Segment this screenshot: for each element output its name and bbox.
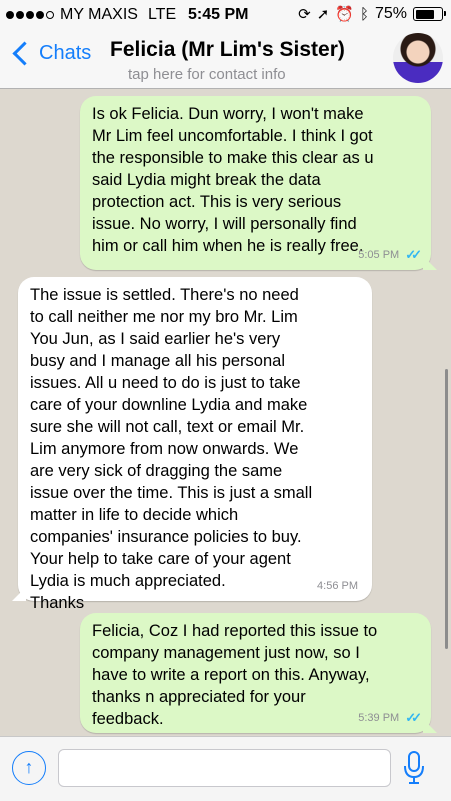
message-meta: 5:39 PM ✓✓: [358, 707, 422, 729]
message-input[interactable]: [58, 749, 391, 787]
location-arrow-icon: ➚: [316, 6, 330, 23]
double-check-icon: ✓✓: [405, 710, 422, 725]
message-text: The issue is settled. There's no need to…: [30, 286, 313, 612]
alarm-icon: ⏰: [335, 6, 354, 23]
network-type: LTE: [147, 6, 177, 23]
message-meta: 5:05 PM ✓✓: [358, 244, 422, 266]
contact-info-link[interactable]: tap here for contact info: [128, 66, 286, 83]
message-bubble-incoming[interactable]: The issue is settled. There's no need to…: [12, 277, 372, 612]
battery-fill: [415, 9, 434, 19]
message-bubble-outgoing[interactable]: Is ok Felicia. Dun worry, I won't make M…: [80, 96, 437, 270]
status-time: 5:45 PM: [188, 6, 249, 23]
message-meta: 4:56 PM: [317, 575, 358, 597]
message-text: Is ok Felicia. Dun worry, I won't make M…: [92, 105, 374, 255]
bubble-tail: [12, 587, 26, 601]
message-time: 5:39 PM: [358, 712, 400, 724]
back-label: Chats: [39, 42, 92, 64]
attach-button[interactable]: ↑: [12, 751, 46, 785]
double-check-icon: ✓✓: [405, 247, 422, 262]
message-time: 4:56 PM: [317, 580, 358, 592]
status-right: ⟳ ➚ ⏰ ᛒ 75%: [298, 5, 446, 23]
back-button[interactable]: Chats: [10, 41, 92, 66]
status-bar: MY MAXIS LTE 5:45 PM ⟳ ➚ ⏰ ᛒ 75%: [0, 0, 451, 30]
chat-messages[interactable]: Is ok Felicia. Dun worry, I won't make M…: [0, 89, 451, 736]
signal-strength-icon: [6, 11, 54, 19]
message-bubble-outgoing[interactable]: Felicia, Coz I had reported this issue t…: [80, 613, 437, 733]
battery-percent: 75%: [374, 5, 407, 22]
chat-header: Chats Felicia (Mr Lim's Sister) tap here…: [0, 30, 451, 89]
arrow-up-icon: ↑: [24, 757, 34, 777]
chevron-left-icon: [12, 41, 37, 66]
status-left: MY MAXIS LTE: [6, 6, 186, 24]
contact-name[interactable]: Felicia (Mr Lim's Sister): [110, 38, 345, 62]
bubble-tail: [423, 256, 437, 270]
scrollbar[interactable]: [445, 369, 448, 649]
bluetooth-icon: ᛒ: [359, 5, 369, 23]
carrier-name: MY MAXIS: [60, 6, 138, 23]
lock-rotation-icon: ⟳: [298, 6, 311, 23]
bubble-tail: [423, 719, 437, 733]
message-input-bar: ↑: [0, 736, 451, 801]
avatar[interactable]: [393, 33, 443, 83]
message-time: 5:05 PM: [358, 249, 400, 261]
microphone-icon[interactable]: [403, 750, 425, 786]
battery-icon: [413, 7, 446, 21]
